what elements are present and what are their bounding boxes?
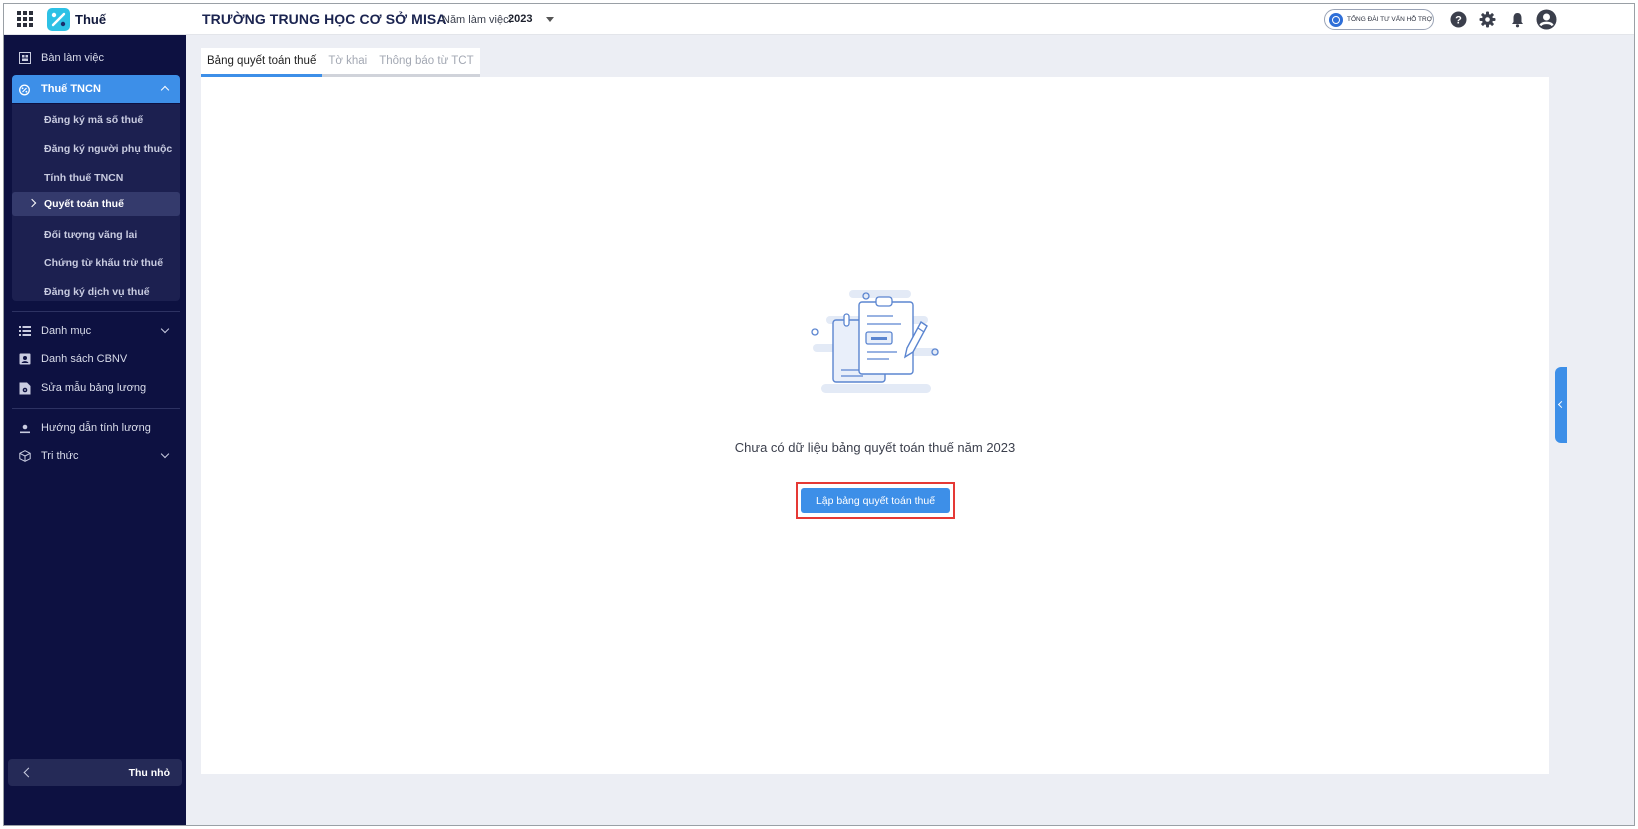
app-window: Thuế TRƯỜNG TRUNG HỌC CƠ SỞ MISA Năm làm… [3, 3, 1635, 826]
desk-icon [18, 52, 31, 65]
submenu-item-label: Quyết toán thuế [44, 198, 124, 210]
empty-documents-illustration [811, 290, 939, 393]
tax-icon [18, 83, 31, 96]
create-tax-finalization-button[interactable]: Lập bảng quyết toán thuế [801, 488, 950, 513]
sidebar-item-label: Sửa mẫu bảng lương [41, 382, 147, 394]
sidebar-item-label: Danh mục [41, 325, 92, 337]
chevron-right-icon [27, 198, 37, 208]
sidebar-item-desk[interactable]: Bàn làm việc [12, 45, 180, 71]
submenu-item-tax-service[interactable]: Đăng ký dịch vụ thuế [12, 280, 180, 304]
app-logo[interactable]: Thuế [47, 7, 107, 31]
submenu-item-dependents[interactable]: Đăng ký người phụ thuộc [12, 137, 180, 161]
collapse-sidebar-button[interactable]: Thu nhỏ [8, 759, 182, 786]
submenu-item-casual-workers[interactable]: Đối tượng vãng lai [12, 223, 180, 247]
sidebar-divider [12, 311, 180, 312]
submenu-item-tax-code[interactable]: Đăng ký mã số thuế [12, 108, 180, 132]
expand-panel-handle[interactable] [1555, 367, 1567, 443]
svg-text:?: ? [1455, 15, 1462, 27]
cube-icon [18, 450, 31, 463]
submenu-item-tax-finalization[interactable]: Quyết toán thuế [12, 192, 180, 216]
sidebar-item-label: Danh sách CBNV [41, 353, 128, 365]
sidebar-item-staff-list[interactable]: Danh sách CBNV [12, 346, 180, 372]
sidebar-item-label: Tri thức [41, 450, 79, 462]
main-content: Chưa có dữ liệu bảng quyết toán thuế năm… [201, 77, 1549, 774]
collapse-label: Thu nhỏ [128, 766, 170, 779]
sidebar-item-label: Hướng dẫn tính lương [41, 422, 151, 434]
contact-card-icon [18, 353, 31, 366]
chevron-down-icon [160, 449, 170, 459]
sidebar-item-payroll-guide[interactable]: Hướng dẫn tính lương [12, 415, 180, 441]
sidebar-item-label: Thuế TNCN [41, 83, 101, 95]
submenu-item-withholding-docs[interactable]: Chứng từ khấu trừ thuế [12, 251, 180, 275]
sidebar-divider [12, 408, 180, 409]
year-value[interactable]: 2023 [508, 13, 532, 25]
tax-submenu: Đăng ký mã số thuế Đăng ký người phụ thu… [12, 104, 180, 301]
submenu-item-calc-tax[interactable]: Tính thuế TNCN [12, 166, 180, 190]
guide-icon [18, 422, 31, 435]
list-icon [18, 325, 31, 338]
year-label: Năm làm việc: [442, 14, 512, 26]
chevron-down-icon [160, 324, 170, 334]
sidebar: Bàn làm việc Thuế TNCN Đăng ký mã số thu… [4, 35, 186, 825]
logo-icon [47, 7, 70, 31]
account-icon[interactable] [1536, 9, 1557, 30]
sidebar-item-knowledge[interactable]: Tri thức [12, 443, 180, 469]
apps-grid-icon[interactable] [17, 11, 33, 27]
help-icon[interactable]: ? [1450, 11, 1467, 28]
empty-state-message: Chưa có dữ liệu bảng quyết toán thuế năm… [734, 440, 1016, 455]
caret-down-icon[interactable] [546, 17, 554, 22]
top-bar: Thuế TRƯỜNG TRUNG HỌC CƠ SỞ MISA Năm làm… [4, 4, 1634, 35]
phone-icon [1329, 12, 1343, 27]
sidebar-item-tax[interactable]: Thuế TNCN [12, 75, 180, 103]
sidebar-item-label: Bàn làm việc [41, 52, 104, 64]
tab-tax-finalization[interactable]: Bảng quyết toán thuế [201, 48, 323, 77]
support-label: TỔNG ĐÀI TƯ VẤN HỖ TRỢ [1347, 16, 1433, 23]
bell-icon[interactable] [1509, 11, 1526, 28]
chevron-up-icon [160, 85, 170, 95]
school-name: TRƯỜNG TRUNG HỌC CƠ SỞ MISA [202, 11, 447, 27]
tab-declaration[interactable]: Tờ khai [322, 48, 374, 77]
settings-document-icon [18, 382, 31, 395]
sidebar-item-catalog[interactable]: Danh mục [12, 318, 180, 344]
tab-bar: Bảng quyết toán thuế Tờ khai Thông báo t… [201, 48, 480, 77]
support-hotline-button[interactable]: TỔNG ĐÀI TƯ VẤN HỖ TRỢ [1324, 9, 1434, 30]
settings-icon[interactable] [1479, 11, 1496, 28]
app-name: Thuế [75, 11, 107, 27]
highlight-frame: Lập bảng quyết toán thuế [796, 482, 955, 519]
chevron-left-icon [23, 767, 34, 778]
tab-tct-notices[interactable]: Thông báo từ TCT [373, 48, 480, 77]
sidebar-item-payroll-template[interactable]: Sửa mẫu bảng lương [12, 375, 180, 401]
